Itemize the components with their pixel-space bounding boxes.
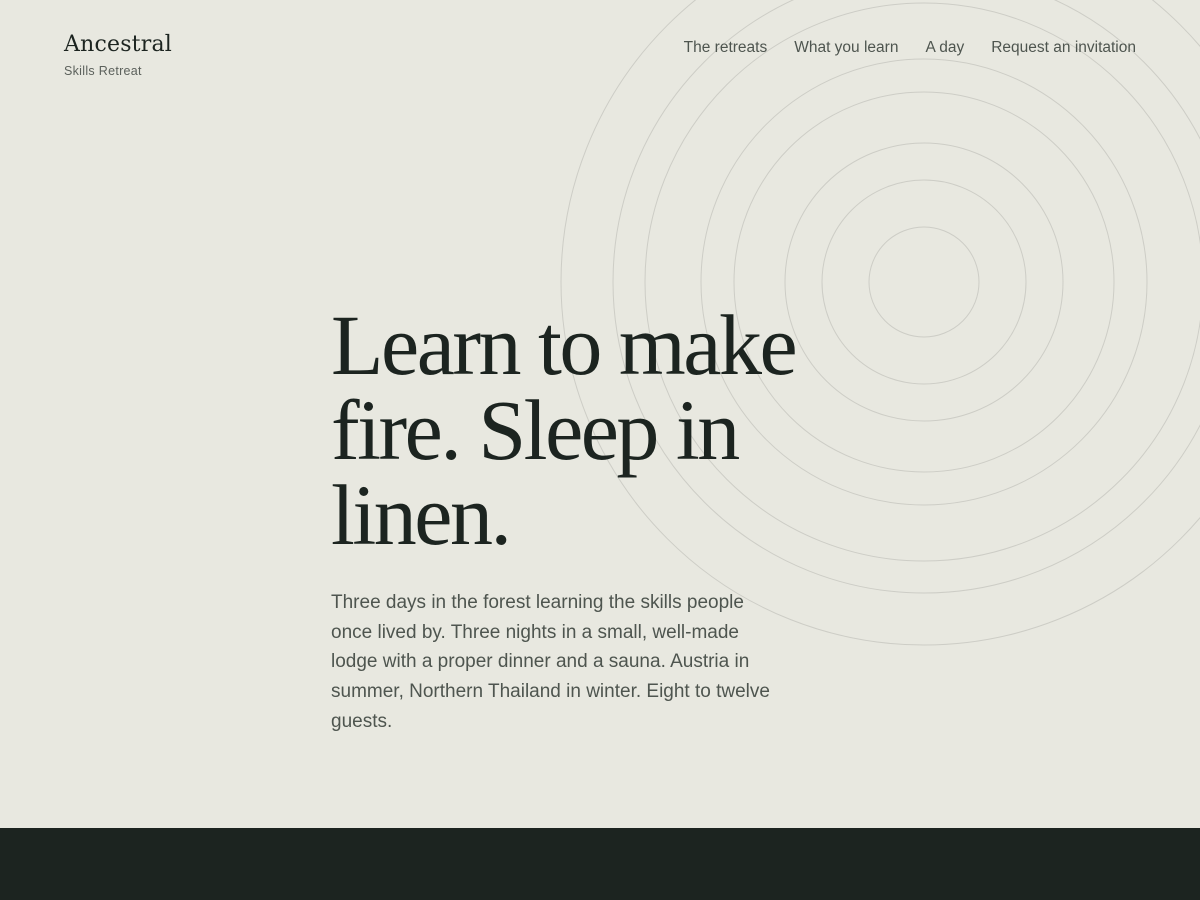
- brand-logo[interactable]: Ancestral Skills Retreat: [64, 31, 172, 78]
- main-nav: The retreats What you learn A day Reques…: [684, 38, 1136, 58]
- hero-headline: Learn to make fire. Sleep in linen.: [331, 297, 798, 563]
- nav-item-what-you-learn[interactable]: What you learn: [794, 38, 898, 58]
- brand-name: Ancestral: [64, 32, 172, 57]
- ring: [821, 179, 1027, 385]
- ring: [784, 142, 1064, 422]
- ring: [868, 226, 980, 338]
- hero-lead-paragraph: Three days in the forest learning the sk…: [331, 592, 770, 732]
- next-section-band: [0, 828, 1200, 900]
- brand-subtitle: Skills Retreat: [64, 64, 142, 78]
- nav-item-the-retreats[interactable]: The retreats: [684, 38, 768, 58]
- nav-item-request-invitation[interactable]: Request an invitation: [991, 38, 1136, 58]
- nav-item-a-day[interactable]: A day: [925, 38, 964, 58]
